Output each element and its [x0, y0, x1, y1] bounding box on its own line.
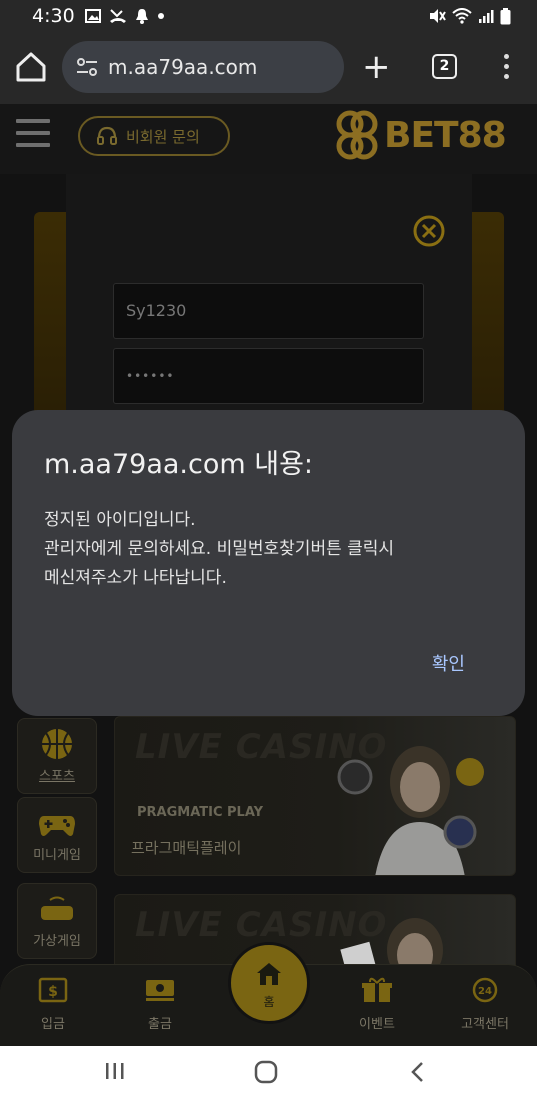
- support-24-icon: 24: [472, 977, 498, 1003]
- status-bar: 4:30: [0, 0, 537, 32]
- back-icon[interactable]: [408, 1060, 428, 1084]
- casino-name: 프라그매틱플레이: [131, 839, 242, 857]
- status-time: 4:30: [32, 5, 75, 27]
- deposit-icon: $: [38, 977, 68, 1003]
- site-logo[interactable]: BET88: [334, 110, 507, 160]
- battery-icon: [500, 7, 511, 24]
- wifi-icon: [452, 8, 472, 24]
- more-menu-icon[interactable]: [500, 54, 512, 82]
- dialog-message-line: 관리자에게 문의하세요. 비밀번호찾기버튼 클릭시: [44, 539, 395, 559]
- virtual-game-icon: [41, 896, 73, 920]
- nav-home-label: 홈: [263, 995, 275, 1009]
- close-icon[interactable]: [412, 214, 446, 248]
- confirm-button[interactable]: 확인: [432, 650, 465, 676]
- hamburger-menu-icon[interactable]: [16, 119, 50, 149]
- mute-icon: [430, 9, 446, 23]
- missed-call-icon: [109, 9, 126, 23]
- dot-icon: [157, 13, 164, 19]
- nav-home[interactable]: 홈: [228, 942, 310, 1024]
- bell-icon: [135, 9, 148, 24]
- site-settings-icon[interactable]: [76, 57, 98, 77]
- nav-support-label: 고객센터: [461, 1017, 509, 1032]
- gamepad-icon: [39, 816, 75, 836]
- recent-apps-icon[interactable]: [104, 1060, 126, 1082]
- category-minigame[interactable]: 미니게임: [17, 797, 97, 873]
- tab-switcher-button[interactable]: 2: [432, 54, 457, 79]
- notification-icons: [84, 8, 165, 24]
- nav-event-label: 이벤트: [359, 1017, 395, 1032]
- casino-card-pragmatic[interactable]: LIVE CASINO PRAGMATIC PLAY 프라그매틱플레이: [114, 716, 516, 876]
- dialog-message-line: 정지된 아이디입니다.: [44, 510, 196, 530]
- alert-dialog: m.aa79aa.com 내용: 정지된 아이디입니다. 관리자에게 문의하세요…: [12, 410, 525, 716]
- nav-support[interactable]: 24 고객센터: [445, 977, 525, 1032]
- new-tab-plus-icon[interactable]: +: [362, 50, 391, 84]
- dialog-message-line: 메신져주소가 나타납니다.: [44, 568, 227, 588]
- url-text: m.aa79aa.com: [108, 55, 258, 79]
- nav-event[interactable]: 이벤트: [337, 977, 417, 1032]
- nav-withdraw-label: 출금: [148, 1017, 172, 1032]
- nav-deposit-label: 입금: [41, 1017, 65, 1032]
- svg-text:24: 24: [478, 986, 492, 997]
- home-button-icon[interactable]: [254, 1060, 278, 1084]
- withdraw-icon: [146, 980, 174, 1001]
- site-header: 비회원 문의 BET88: [0, 104, 537, 174]
- gallery-icon: [84, 9, 101, 23]
- pragmatic-play-logo: PRAGMATIC PLAY: [137, 805, 264, 820]
- nav-deposit[interactable]: $ 입금: [13, 977, 93, 1032]
- logo-text: BET88: [384, 114, 507, 156]
- guest-inquiry-label: 비회원 문의: [126, 127, 200, 146]
- category-label: 미니게임: [33, 848, 81, 863]
- dialog-message: 정지된 아이디입니다. 관리자에게 문의하세요. 비밀번호찾기버튼 클릭시 메신…: [44, 506, 504, 593]
- browser-toolbar: m.aa79aa.com + 2: [0, 32, 537, 104]
- password-input[interactable]: ••••••: [113, 348, 424, 404]
- address-bar[interactable]: m.aa79aa.com: [62, 41, 344, 93]
- svg-text:$: $: [48, 984, 58, 1000]
- home-icon[interactable]: [14, 50, 48, 84]
- home-icon: [257, 963, 281, 985]
- username-input[interactable]: Sy1230: [113, 283, 424, 339]
- dealer-image-icon: [337, 746, 484, 875]
- system-nav-bar: [0, 1046, 537, 1097]
- gift-icon: [362, 977, 392, 1002]
- basketball-icon: [42, 729, 72, 759]
- category-label: 가상게임: [33, 934, 81, 949]
- guest-inquiry-button[interactable]: 비회원 문의: [78, 116, 230, 156]
- signal-icon: [479, 10, 494, 23]
- category-virtual[interactable]: 가상게임: [17, 883, 97, 959]
- dialog-title: m.aa79aa.com 내용:: [44, 449, 314, 480]
- status-right-icons: [428, 7, 511, 25]
- nav-withdraw[interactable]: 출금: [120, 977, 200, 1032]
- headset-icon: [97, 126, 117, 145]
- bet88-logo-mark-icon: [336, 110, 378, 160]
- category-sports[interactable]: 스포츠: [17, 718, 97, 794]
- login-modal: Sy1230 ••••••: [66, 174, 472, 414]
- category-label: 스포츠: [39, 769, 75, 784]
